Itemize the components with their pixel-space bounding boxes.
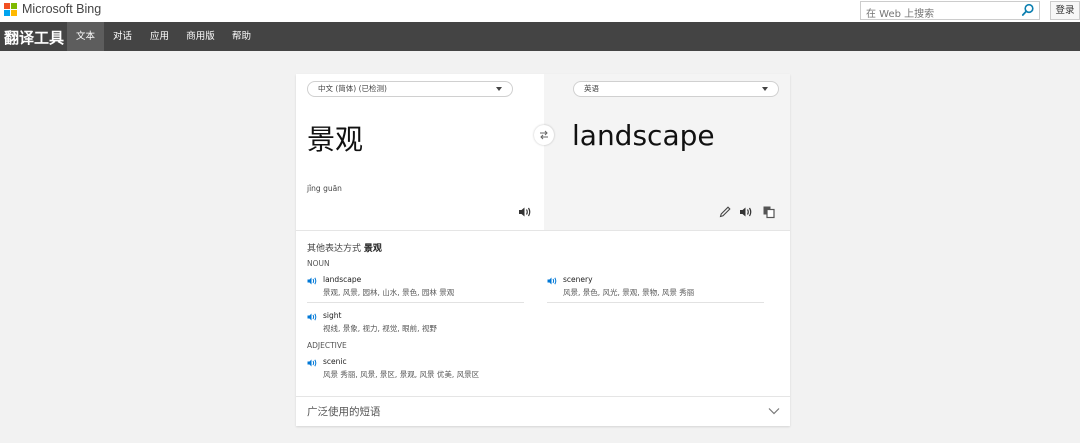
divider: [296, 396, 790, 397]
speaker-icon[interactable]: [307, 276, 318, 286]
target-language-label: 英语: [584, 84, 599, 93]
source-language-label: 中文 (简体) (已检测): [318, 84, 387, 93]
app-title[interactable]: 翻译工具: [4, 27, 64, 48]
speaker-icon[interactable]: [307, 312, 318, 322]
speaker-icon[interactable]: [307, 358, 318, 368]
pencil-icon[interactable]: [718, 205, 732, 219]
speaker-icon[interactable]: [739, 205, 753, 219]
alternates-title-prefix: 其他表达方式: [307, 244, 362, 254]
tab-conversation[interactable]: 对话: [104, 22, 141, 51]
tab-text[interactable]: 文本: [67, 22, 104, 51]
tab-help[interactable]: 帮助: [223, 22, 260, 51]
swap-icon: [540, 130, 548, 140]
alternate-translations: 风景 秀丽, 风景, 景区, 景观, 风景 优美, 风景区: [323, 370, 480, 379]
search-box[interactable]: [860, 1, 1040, 23]
source-text[interactable]: 景观: [307, 118, 363, 158]
logo-square-red: [4, 3, 10, 9]
tab-business[interactable]: 商用版: [178, 22, 223, 51]
tab-apps[interactable]: 应用: [141, 22, 178, 51]
chevron-down-icon: [762, 87, 768, 91]
translator-card: 中文 (简体) (已检测) 景观 jǐng guān 英语 landscape: [296, 74, 790, 426]
alternate-translations: 景观, 风景, 园林, 山水, 景色, 园林 景观: [323, 288, 455, 297]
source-pane: 中文 (简体) (已检测) 景观 jǐng guān: [296, 74, 544, 230]
adjective-label: ADJECTIVE: [307, 341, 347, 350]
alternate-word[interactable]: scenery: [563, 275, 593, 284]
divider: [547, 302, 764, 303]
alternate-word[interactable]: scenic: [323, 357, 347, 366]
search-icon[interactable]: [1021, 3, 1035, 17]
alternate-translations: 视线, 景象, 视力, 视觉, 眼前, 视野: [323, 324, 437, 333]
microsoft-logo-icon[interactable]: [4, 3, 18, 17]
common-phrases-title[interactable]: 广泛使用的短语: [307, 404, 381, 419]
nav-bar: 翻译工具 文本 对话 应用 商用版 帮助: [0, 22, 1080, 51]
speaker-icon[interactable]: [547, 276, 558, 286]
noun-label: NOUN: [307, 259, 330, 268]
divider: [296, 230, 790, 231]
target-language-select[interactable]: 英语: [573, 81, 779, 97]
swap-languages-button[interactable]: [534, 125, 554, 145]
alternate-word[interactable]: landscape: [323, 275, 361, 284]
logo-square-green: [11, 3, 17, 9]
login-button[interactable]: 登录: [1050, 1, 1080, 20]
target-pane: 英语 landscape: [544, 74, 790, 230]
copy-icon[interactable]: [762, 205, 776, 219]
target-text: landscape: [572, 119, 715, 152]
top-bar: Microsoft Bing 登录: [0, 0, 1080, 23]
logo-square-yellow: [11, 10, 17, 16]
speaker-icon[interactable]: [518, 205, 532, 219]
pinyin-text: jǐng guān: [307, 184, 342, 193]
source-language-select[interactable]: 中文 (简体) (已检测): [307, 81, 513, 97]
chevron-down-icon: [496, 87, 502, 91]
alternates-title-word: 景观: [363, 244, 382, 254]
alternate-word[interactable]: sight: [323, 311, 341, 320]
chevron-down-icon[interactable]: [768, 407, 780, 415]
search-input[interactable]: [861, 6, 1011, 23]
divider: [307, 302, 524, 303]
logo-square-blue: [4, 10, 10, 16]
brand-name[interactable]: Microsoft Bing: [22, 2, 101, 16]
alternates-title: 其他表达方式 景观: [307, 241, 382, 254]
alternate-translations: 风景, 景色, 风光, 景观, 景物, 风景 秀丽: [563, 288, 695, 297]
